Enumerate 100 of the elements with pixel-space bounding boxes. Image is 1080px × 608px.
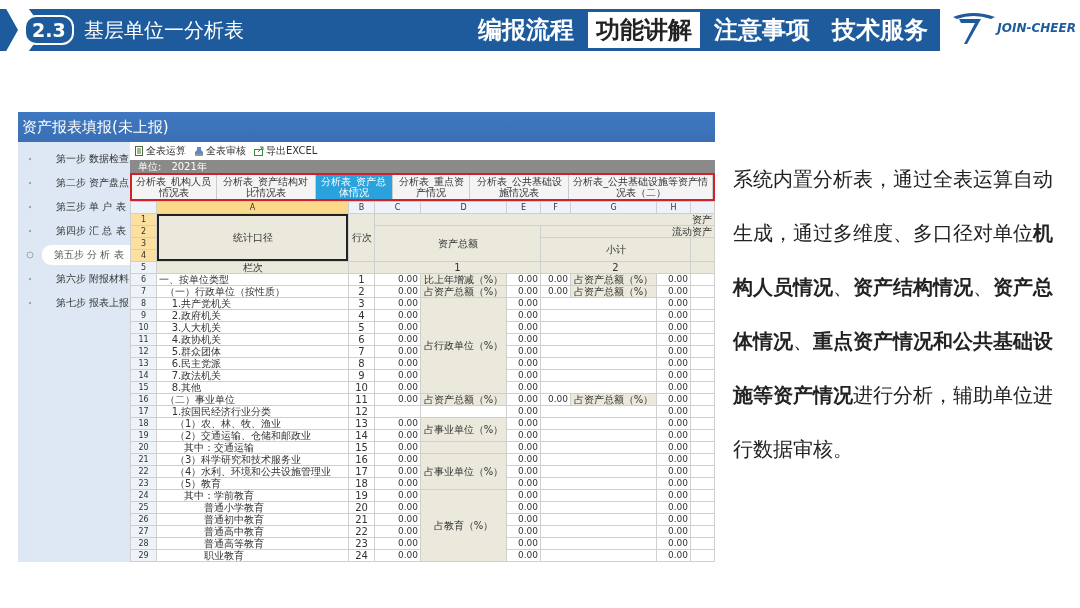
table-cell: 17	[348, 465, 375, 478]
step-item[interactable]: 第四步 汇 总 表	[56, 224, 126, 238]
column-header[interactable]: A	[156, 201, 349, 214]
table-cell: 0.00	[656, 417, 691, 430]
table-cell: 0.00	[656, 537, 691, 550]
table-cell: 8	[348, 357, 375, 370]
column-header[interactable]: F	[540, 201, 571, 214]
table-cell: 0.00	[374, 357, 421, 370]
table-cell: 0.00	[374, 393, 421, 406]
table-cell: 0.00	[506, 525, 541, 538]
table-cell: 12	[348, 405, 375, 418]
slide-title: 基层单位一分析表	[83, 16, 244, 44]
table-cell: 0.00	[506, 429, 541, 442]
table-cell: 小计	[540, 237, 691, 262]
app-title: 资产报表填报(未上报)	[18, 112, 715, 142]
table-cell: 23	[348, 537, 375, 550]
export-icon	[254, 146, 264, 156]
table-cell: 0.00	[506, 345, 541, 358]
table-cell: 0.00	[506, 477, 541, 490]
table-cell: 0.00	[656, 357, 691, 370]
table-cell: 11	[348, 393, 375, 406]
description-paragraph: 系统内置分析表，通过全表运算自动生成，通过多维度、多口径对单位机构人员情况、资产结构情况、资产总体情况、重点资产情况和公共基础设施等资产情况进行分析，辅助单位进行数据审核。	[733, 166, 1054, 463]
toolbar-button[interactable]: 全表审核	[194, 144, 246, 158]
section-number: 2.3	[24, 15, 74, 45]
table-cell: 0.00	[374, 513, 421, 526]
table-cell: 0.00	[656, 465, 691, 478]
table-cell: 0.00	[506, 381, 541, 394]
table-cell: 0.00	[374, 525, 421, 538]
table-cell: 0.00	[506, 501, 541, 514]
table-cell: 10	[348, 381, 375, 394]
table-cell: 18	[348, 477, 375, 490]
table-cell: 0.00	[374, 501, 421, 514]
table-cell: 19	[348, 489, 375, 502]
sheet-tab[interactable]: 分析表_资产结构对比情况表	[216, 175, 316, 199]
table-cell: 0.00	[506, 333, 541, 346]
table-cell: 0.00	[656, 381, 691, 394]
logo-text: JOIN-CHEER	[997, 21, 1076, 35]
table-cell: 0.00	[374, 441, 421, 454]
table-cell: 0.00	[506, 441, 541, 454]
table-cell: 0.00	[656, 525, 691, 538]
step-item[interactable]: 第一步 数据检查	[56, 152, 130, 166]
table-cell: 0.00	[374, 453, 421, 466]
table-cell: 0.00	[656, 477, 691, 490]
column-header[interactable]: C	[374, 201, 421, 214]
step-item[interactable]: 第二步 资产盘点	[56, 176, 130, 190]
table-cell: 0.00	[656, 405, 691, 418]
table-cell: 统计口径	[156, 213, 349, 262]
stamp-icon	[194, 146, 204, 156]
table-cell: 0.00	[506, 417, 541, 430]
table-cell: 0.00	[656, 273, 691, 286]
nav-tab[interactable]: 技术服务	[824, 12, 936, 48]
step-item[interactable]: 第六步 附报材料	[56, 272, 130, 286]
table-cell: 6	[348, 333, 375, 346]
table-cell: 0.00	[656, 453, 691, 466]
table-cell: 0.00	[656, 501, 691, 514]
table-cell: 4	[348, 309, 375, 322]
table-cell: 0.00	[656, 297, 691, 310]
table-cell: 20	[348, 501, 375, 514]
table-cell: 0.00	[374, 381, 421, 394]
step-item[interactable]: 第七步 报表上报	[56, 296, 130, 310]
step-item[interactable]: 第三步 单 户 表	[56, 200, 126, 214]
sheet-tab[interactable]: 分析表_公共基础设施情况表	[470, 175, 570, 199]
step-item[interactable]: 第五步 分 析 表	[42, 245, 130, 265]
toolbar-button[interactable]: 全表运算	[134, 144, 186, 158]
nav-tab[interactable]: 功能讲解	[588, 12, 700, 48]
table-cell: 16	[348, 453, 375, 466]
table-cell: 0.00	[506, 369, 541, 382]
table-cell: 0.00	[656, 345, 691, 358]
table-cell: 9	[348, 369, 375, 382]
table-cell: 0.00	[540, 273, 571, 286]
table-cell: 0.00	[656, 333, 691, 346]
toolbar-button[interactable]: 导出EXCEL	[254, 144, 318, 158]
sheet-tab[interactable]: 分析表_机构人员情况表	[132, 175, 217, 199]
table-cell: 0.00	[506, 321, 541, 334]
table-cell: 0.00	[506, 405, 541, 418]
column-header[interactable]: H	[656, 201, 691, 214]
nav-tab[interactable]: 编报流程	[470, 12, 582, 48]
table-cell: 0.00	[506, 489, 541, 502]
table-cell: 7	[348, 345, 375, 358]
table-cell: 0.00	[656, 429, 691, 442]
table-cell: 0.00	[374, 333, 421, 346]
table-cell: 0.00	[656, 549, 691, 562]
table-cell: 0.00	[506, 309, 541, 322]
sheet-tab[interactable]: 分析表_公共基础设施等资产情况表（二）	[569, 175, 713, 199]
column-header[interactable]: B	[348, 201, 375, 214]
table-cell: 资产总额	[374, 225, 541, 262]
year-text: 2021年	[171, 161, 207, 172]
column-header[interactable]: D	[420, 201, 507, 214]
document-icon	[134, 146, 144, 156]
table-cell: 5	[348, 321, 375, 334]
column-header[interactable]: G	[570, 201, 657, 214]
table-cell: 0.00	[374, 297, 421, 310]
nav-tab[interactable]: 注意事项	[706, 12, 818, 48]
table-cell: 0.00	[374, 537, 421, 550]
column-header[interactable]: E	[506, 201, 541, 214]
table-cell: 1	[348, 273, 375, 286]
table-cell: 0.00	[374, 273, 421, 286]
table-cell: 21	[348, 513, 375, 526]
logo-icon	[951, 11, 996, 45]
sheet-tab[interactable]: 分析表_重点资产情况	[392, 175, 471, 199]
